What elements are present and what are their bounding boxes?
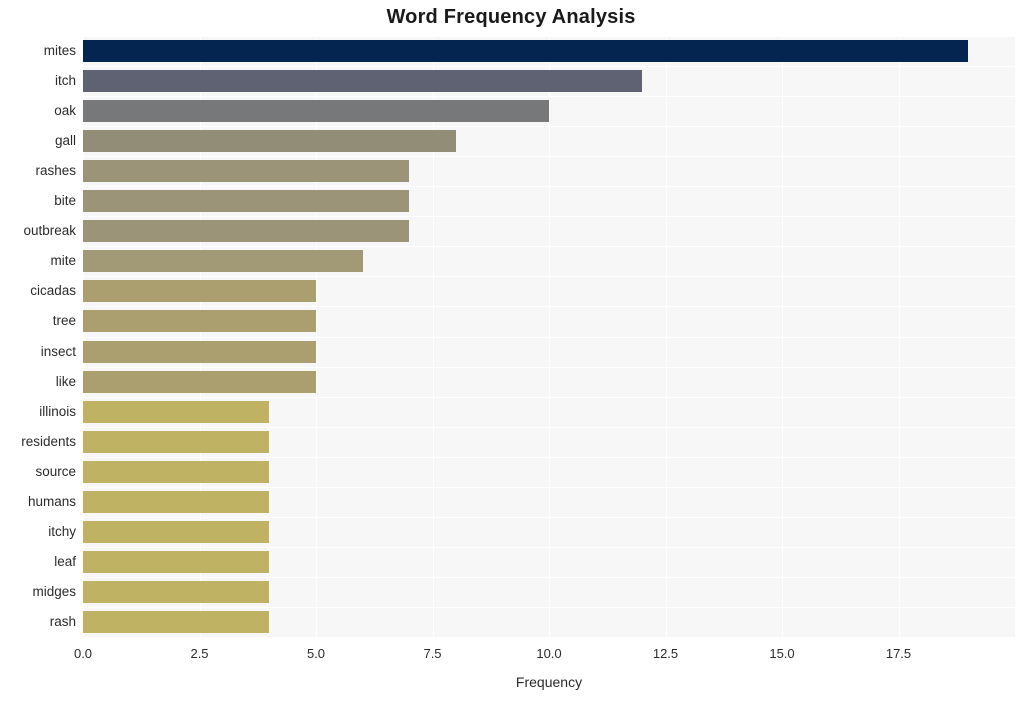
y-axis-tick-label: leaf: [54, 553, 76, 569]
gridline-horizontal: [83, 156, 1015, 158]
bar: [83, 70, 643, 93]
bar: [83, 40, 969, 63]
y-axis-tick-label: source: [35, 463, 76, 479]
y-axis-tick-label: illinois: [39, 403, 76, 419]
y-axis-tick-label: cicadas: [30, 283, 76, 299]
bar: [83, 400, 270, 423]
gridline-horizontal: [83, 366, 1015, 368]
gridline-horizontal: [83, 306, 1015, 308]
bar: [83, 580, 270, 603]
x-axis-tick-label: 12.5: [652, 646, 679, 661]
plot-area: [83, 36, 1015, 638]
bar: [83, 520, 270, 543]
bar: [83, 160, 410, 183]
gridline-horizontal: [83, 546, 1015, 548]
x-axis-tick-label: 17.5: [885, 646, 912, 661]
gridline-horizontal: [83, 36, 1015, 37]
bar: [83, 340, 316, 363]
x-axis-tick-label: 7.5: [423, 646, 442, 661]
y-axis-tick-label: rashes: [35, 163, 76, 179]
gridline-horizontal: [83, 336, 1015, 338]
bar: [83, 100, 549, 123]
bar: [83, 130, 456, 153]
y-axis-tick-label: itch: [54, 73, 76, 89]
gridline-horizontal: [83, 66, 1015, 68]
x-axis-tick-label: 15.0: [769, 646, 795, 661]
bar: [83, 550, 270, 573]
y-axis-tick-label: oak: [54, 103, 76, 119]
y-axis-tick-label: bite: [54, 193, 76, 209]
x-axis-tick-label: 2.5: [190, 646, 209, 661]
bar: [83, 310, 316, 333]
bar: [83, 460, 270, 483]
y-axis-tick-label: like: [55, 373, 76, 389]
x-axis-tick-label: 0.0: [73, 646, 93, 661]
bar: [83, 280, 316, 303]
gridline-horizontal: [83, 637, 1015, 638]
bar: [83, 370, 316, 393]
gridline-horizontal: [83, 396, 1015, 398]
gridline-horizontal: [83, 126, 1015, 128]
gridline-horizontal: [83, 516, 1015, 518]
bar: [83, 190, 410, 213]
y-axis-tick-label: residents: [21, 433, 76, 449]
x-axis-label: Frequency: [515, 674, 583, 690]
y-axis-tick-label: insect: [40, 343, 76, 359]
gridline-horizontal: [83, 606, 1015, 608]
x-axis-tick-label: 5.0: [306, 646, 326, 661]
gridline-horizontal: [83, 96, 1015, 98]
chart-title: Word Frequency Analysis: [386, 6, 636, 28]
y-axis-tick-label: outbreak: [23, 223, 76, 239]
y-axis-tick-label: mites: [43, 43, 76, 59]
gridline-horizontal: [83, 276, 1015, 278]
bar: [83, 430, 270, 453]
gridline-horizontal: [83, 576, 1015, 578]
y-axis-tick-label: itchy: [48, 523, 76, 539]
y-axis-tick-label: gall: [54, 133, 76, 149]
y-axis-tick-label: rash: [49, 613, 76, 629]
gridline-horizontal: [83, 246, 1015, 248]
chart-container: Word Frequency Analysis mites itch oak gall…: [0, 0, 1022, 701]
y-axis-tick-label: humans: [27, 493, 76, 509]
gridline-horizontal: [83, 456, 1015, 458]
y-axis-tick-label: midges: [32, 583, 76, 599]
bar: [83, 490, 270, 513]
gridline-horizontal: [83, 186, 1015, 188]
y-axis-tick-label: mite: [50, 253, 76, 269]
gridline-horizontal: [83, 486, 1015, 488]
gridline-horizontal: [83, 426, 1015, 428]
bar: [83, 220, 410, 243]
bar: [83, 610, 270, 633]
x-axis-tick-label: 10.0: [536, 646, 562, 661]
gridline-horizontal: [83, 216, 1015, 218]
bar: [83, 250, 363, 273]
y-axis-tick-label: tree: [52, 313, 76, 329]
